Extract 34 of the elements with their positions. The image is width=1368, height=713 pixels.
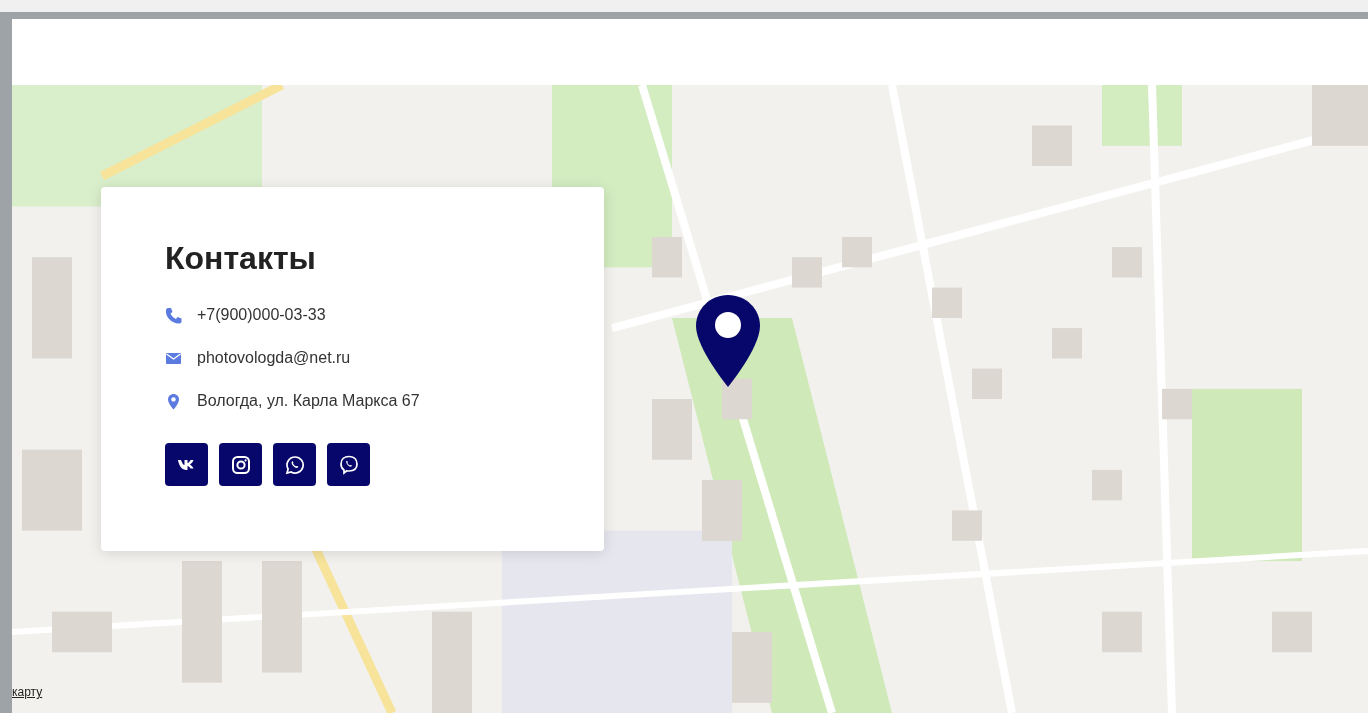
social-button[interactable] — [273, 443, 316, 487]
phone-bubble-icon — [338, 454, 359, 475]
building — [652, 399, 692, 460]
map-marker-icon — [165, 392, 182, 410]
camera-icon — [230, 454, 251, 475]
building — [1052, 328, 1082, 359]
building — [722, 378, 752, 420]
contact-text: +7(900)000-03-33 — [197, 305, 326, 326]
contact-text: photovologda@net.ru — [197, 348, 351, 369]
building — [932, 287, 962, 318]
building — [1102, 611, 1142, 653]
building — [1032, 125, 1072, 167]
building — [842, 236, 872, 268]
building — [1312, 85, 1368, 146]
map-link[interactable]: карту — [12, 683, 43, 701]
building — [52, 611, 112, 653]
social-button[interactable] — [327, 443, 370, 487]
contact-text: Вологда, ул. Карла Маркса 67 — [197, 391, 420, 412]
building — [952, 510, 982, 541]
phone-chat-icon — [284, 454, 305, 475]
phone-icon — [165, 306, 182, 324]
building — [652, 236, 682, 278]
contacts-title: Контакты — [165, 239, 317, 278]
building — [792, 257, 822, 288]
building — [972, 368, 1002, 399]
social-button[interactable] — [165, 443, 208, 487]
social-button[interactable] — [219, 443, 262, 487]
building — [1272, 611, 1312, 653]
building — [732, 631, 772, 703]
building — [1092, 469, 1122, 501]
building — [702, 480, 742, 541]
location-pin-icon — [696, 295, 760, 387]
building — [1162, 388, 1192, 420]
building — [1112, 247, 1142, 278]
